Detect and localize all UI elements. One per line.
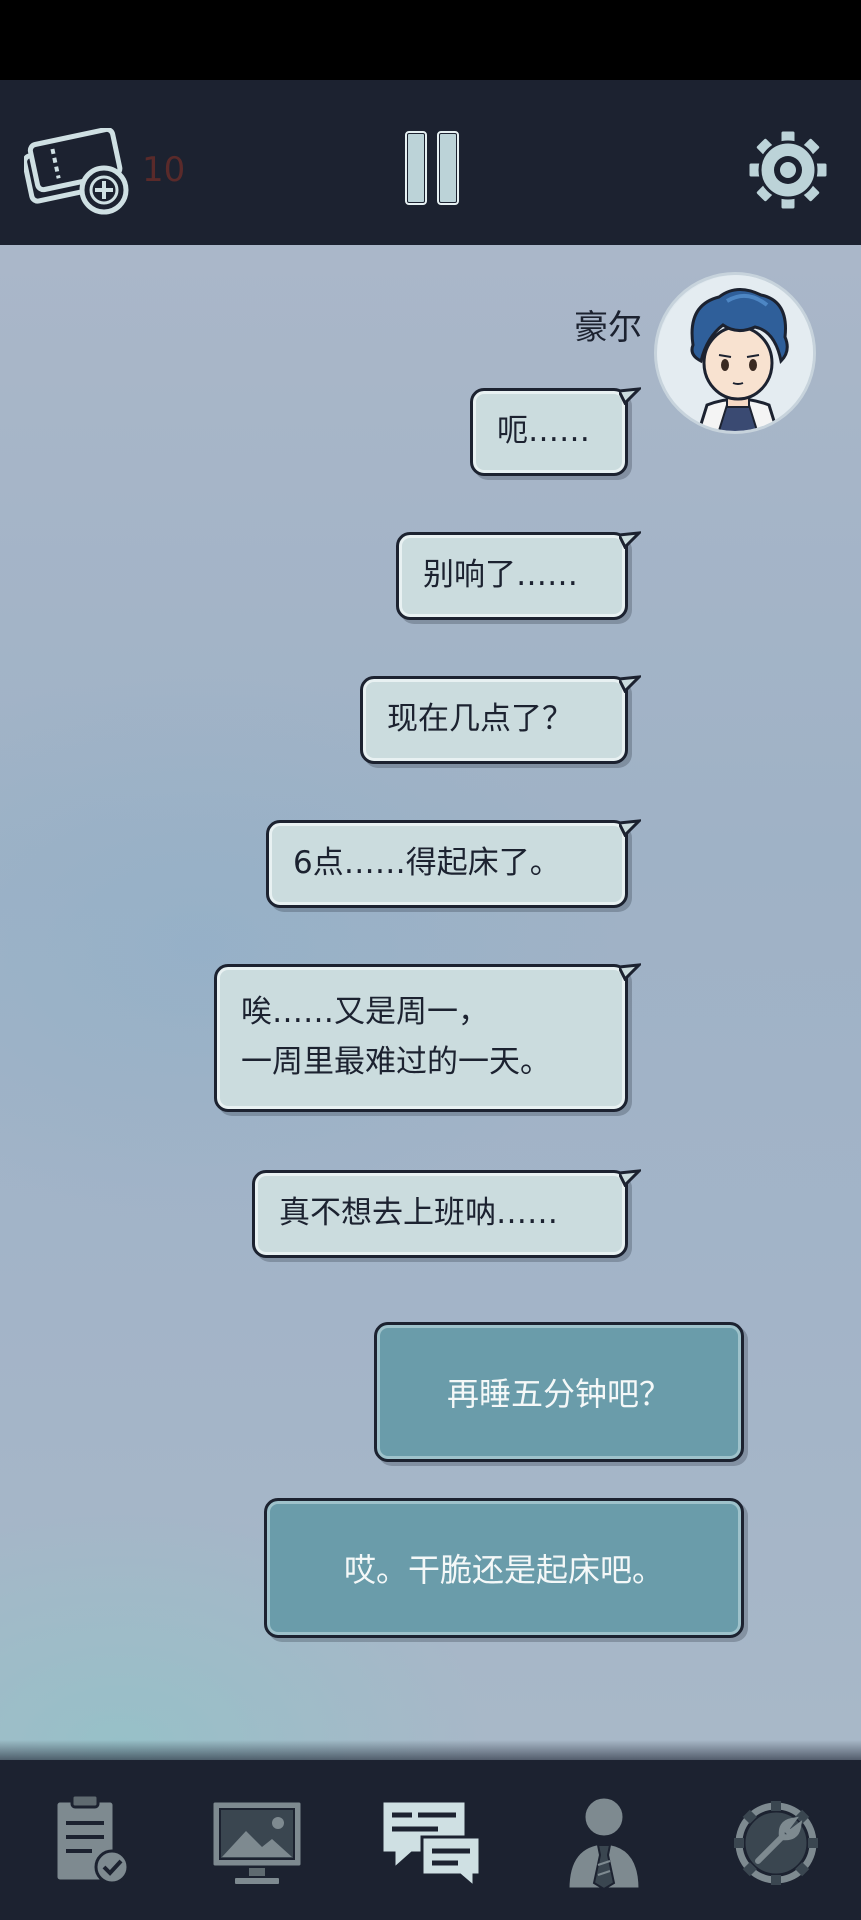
bottom-bar-shadow	[0, 1740, 861, 1760]
choice-label: 再睡五分钟吧？	[446, 1375, 671, 1413]
bubble-tail	[619, 1169, 641, 1187]
ticket-add-button[interactable]	[22, 126, 134, 218]
person-tie-icon	[566, 1795, 642, 1891]
choice-button-snooze[interactable]: 再睡五分钟吧？	[374, 1322, 744, 1462]
clipboard-check-icon	[54, 1793, 130, 1885]
message-bubble: 呃……	[470, 387, 641, 476]
pause-icon	[404, 130, 460, 206]
message-text: 现在几点了？	[387, 701, 573, 738]
message-text-line2: 一周里最难过的一天。	[241, 1044, 551, 1080]
message-bubble: 6点……得起床了。	[266, 819, 641, 908]
message-text-line1: 唉……又是周一，	[241, 994, 489, 1031]
message-bubble-multiline: 唉……又是周一， 一周里最难过的一天。	[214, 963, 641, 1112]
speaker-avatar	[654, 272, 816, 434]
settings-button[interactable]	[746, 128, 830, 212]
message-text: 真不想去上班呐……	[279, 1195, 558, 1232]
nav-chat-button[interactable]	[378, 1795, 482, 1891]
bubble-tail	[619, 675, 641, 693]
message-text: 别响了……	[423, 557, 578, 594]
message-text: 6点……得起床了。	[293, 845, 561, 882]
nav-system-button[interactable]	[726, 1795, 826, 1890]
bubble-tail	[619, 819, 641, 837]
nav-tasks-button[interactable]	[46, 1793, 146, 1890]
monitor-image-icon	[210, 1799, 304, 1886]
ticket-count: 10	[142, 150, 186, 190]
message-bubble: 别响了……	[396, 531, 641, 620]
chat-bubbles-icon	[380, 1799, 482, 1891]
status-bar	[0, 0, 861, 80]
character-portrait-icon	[657, 275, 813, 431]
nav-contacts-button[interactable]	[554, 1795, 654, 1891]
nav-gallery-button[interactable]	[208, 1795, 308, 1890]
bubble-tail	[619, 387, 641, 405]
message-bubble: 现在几点了？	[360, 675, 641, 764]
message-text: 呃……	[497, 413, 590, 450]
choice-label: 哎。干脆还是起床吧。	[343, 1551, 664, 1589]
speaker-name: 豪尔	[574, 308, 642, 348]
message-bubble: 真不想去上班呐……	[252, 1169, 641, 1258]
bubble-tail	[619, 963, 641, 981]
choice-button-get-up[interactable]: 哎。干脆还是起床吧。	[264, 1498, 744, 1638]
gear-icon	[746, 128, 830, 212]
gear-wrench-icon	[732, 1799, 820, 1887]
bubble-tail	[619, 531, 641, 549]
ticket-plus-icon	[22, 126, 129, 215]
pause-button[interactable]	[402, 128, 462, 208]
